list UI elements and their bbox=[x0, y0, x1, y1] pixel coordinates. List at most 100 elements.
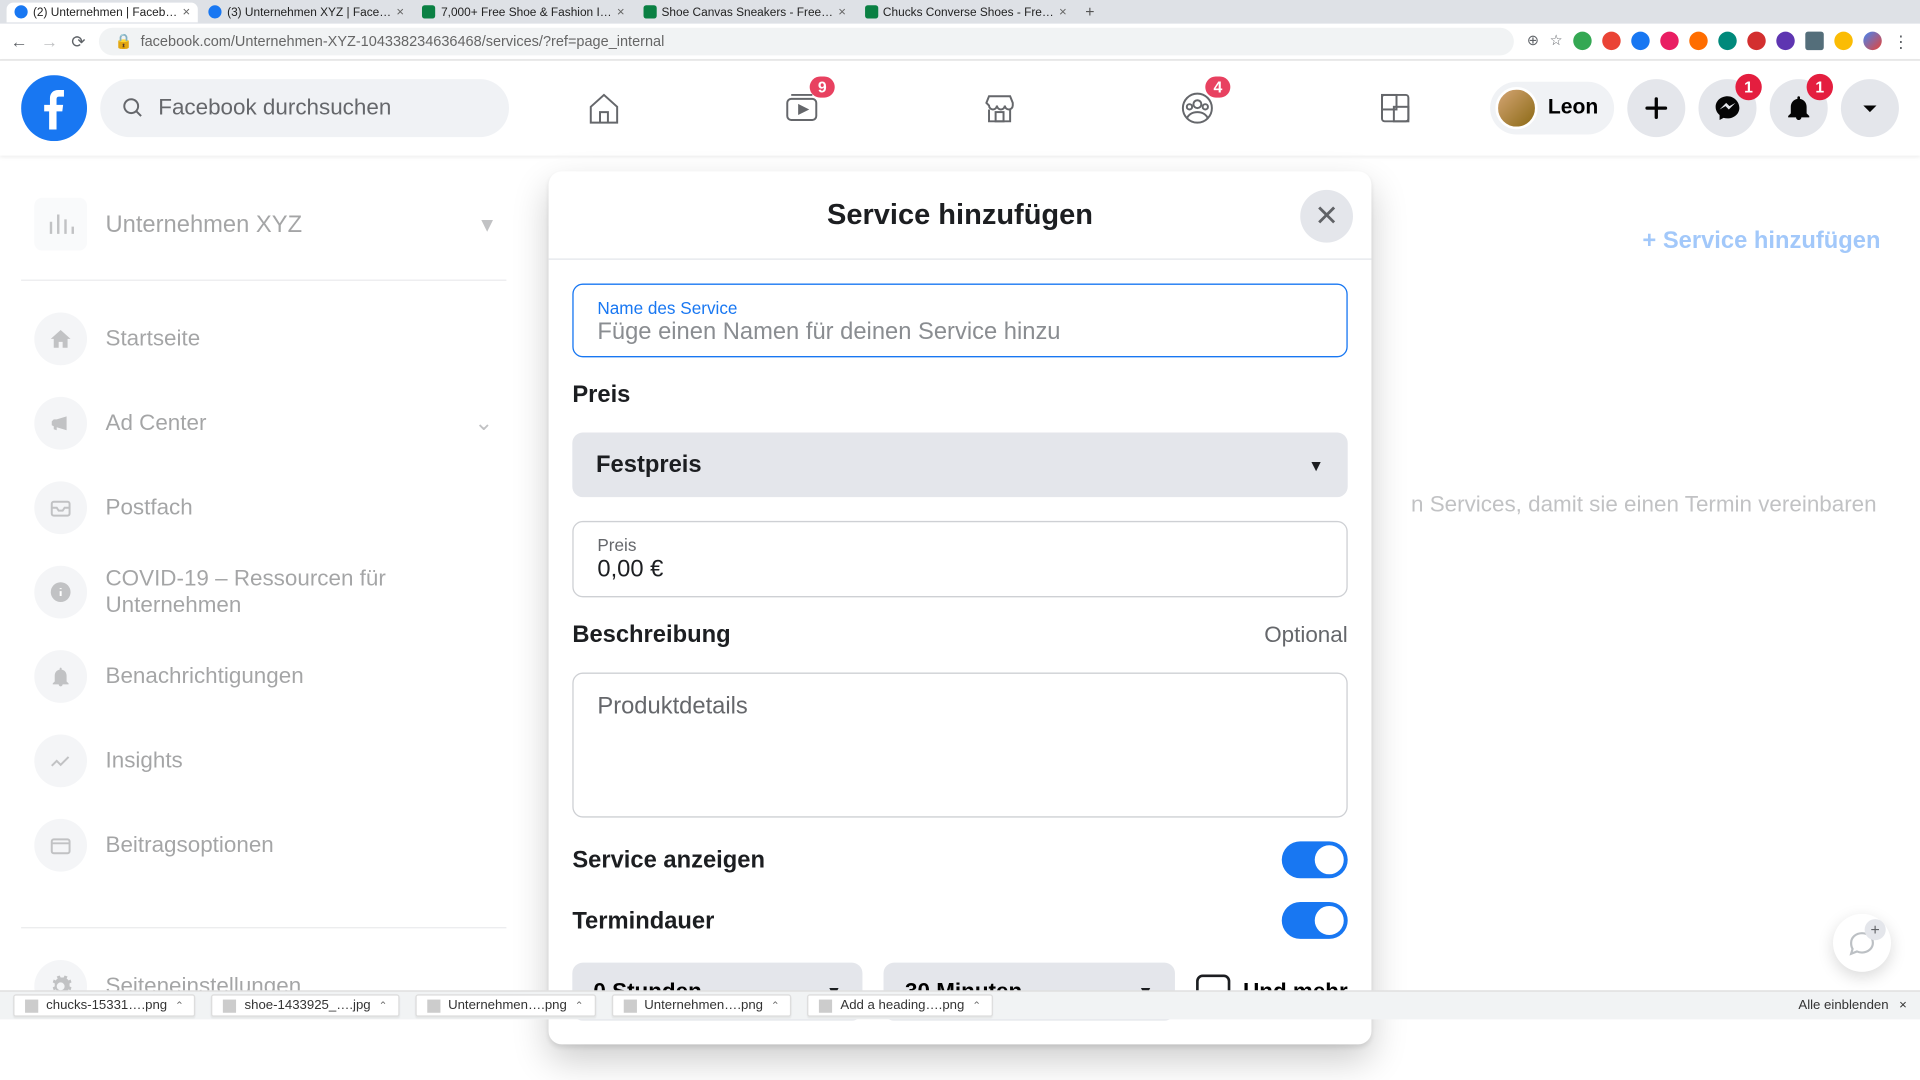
new-tab-button[interactable]: + bbox=[1077, 3, 1102, 21]
chevron-up-icon[interactable]: ⌃ bbox=[175, 1000, 184, 1012]
show-all-downloads[interactable]: Alle einblenden bbox=[1798, 998, 1888, 1013]
profile-name: Leon bbox=[1548, 96, 1598, 120]
badge: 1 bbox=[1735, 74, 1761, 100]
forward-icon[interactable]: → bbox=[41, 31, 58, 52]
menu-icon[interactable]: ⋮ bbox=[1892, 31, 1909, 52]
extension-icon[interactable] bbox=[1660, 31, 1678, 49]
download-item[interactable]: shoe-1433925_….jpg⌃ bbox=[212, 994, 400, 1016]
search-input[interactable]: Facebook durchsuchen bbox=[100, 79, 509, 137]
tools-icon bbox=[34, 819, 87, 872]
profile-chip[interactable]: Leon bbox=[1490, 82, 1614, 135]
chevron-up-icon[interactable]: ⌃ bbox=[771, 1000, 780, 1012]
file-icon bbox=[223, 999, 236, 1012]
star-icon[interactable]: ☆ bbox=[1550, 31, 1563, 52]
extension-icon[interactable] bbox=[1747, 31, 1765, 49]
groups-icon[interactable]: 4 bbox=[1125, 71, 1270, 145]
facebook-navbar: Facebook durchsuchen 9 4 Leon 1 1 bbox=[0, 61, 1920, 156]
plus-icon: + bbox=[1865, 919, 1886, 940]
close-icon[interactable]: × bbox=[1899, 998, 1907, 1013]
service-name-input[interactable] bbox=[597, 318, 1322, 346]
close-icon[interactable]: × bbox=[617, 5, 625, 20]
close-icon[interactable]: × bbox=[1059, 5, 1067, 20]
notifications-icon[interactable]: 1 bbox=[1770, 79, 1828, 137]
show-service-toggle[interactable] bbox=[1282, 841, 1348, 878]
extension-icon[interactable] bbox=[1573, 31, 1591, 49]
description-heading: Beschreibung bbox=[572, 621, 730, 649]
new-message-button[interactable]: + bbox=[1833, 914, 1891, 972]
zoom-icon[interactable]: ⊕ bbox=[1527, 31, 1539, 52]
chevron-down-icon: ▾ bbox=[481, 210, 493, 238]
close-icon[interactable]: × bbox=[396, 5, 404, 20]
watch-icon[interactable]: 9 bbox=[729, 71, 874, 145]
sidebar-item-covid[interactable]: COVID-19 – Ressourcen für Unternehmen bbox=[21, 550, 506, 634]
close-button[interactable]: ✕ bbox=[1300, 190, 1353, 243]
file-icon bbox=[427, 999, 440, 1012]
browser-tab[interactable]: 7,000+ Free Shoe & Fashion I…× bbox=[415, 2, 633, 22]
extension-icon[interactable] bbox=[1776, 31, 1794, 49]
price-type-select[interactable]: Festpreis ▼ bbox=[572, 433, 1347, 498]
marketplace-icon[interactable] bbox=[927, 71, 1072, 145]
price-heading: Preis bbox=[572, 381, 1347, 409]
extension-icon[interactable] bbox=[1602, 31, 1620, 49]
sidebar-item-insights[interactable]: Insights bbox=[21, 719, 506, 803]
browser-tab[interactable]: Chucks Converse Shoes - Fre…× bbox=[857, 2, 1075, 22]
company-name: Unternehmen XYZ bbox=[105, 210, 302, 238]
extension-icon[interactable] bbox=[1631, 31, 1649, 49]
price-value: 0,00 € bbox=[597, 555, 1322, 583]
company-selector[interactable]: Unternehmen XYZ ▾ bbox=[21, 185, 506, 264]
badge: 1 bbox=[1807, 74, 1833, 100]
file-icon bbox=[25, 999, 38, 1012]
extension-icon[interactable] bbox=[1718, 31, 1736, 49]
chevron-up-icon[interactable]: ⌃ bbox=[379, 1000, 388, 1012]
create-icon[interactable] bbox=[1627, 79, 1685, 137]
avatar bbox=[1495, 87, 1537, 129]
gaming-icon[interactable] bbox=[1323, 71, 1468, 145]
close-icon[interactable]: × bbox=[838, 5, 846, 20]
page-description: n Services, damit sie einen Termin verei… bbox=[1411, 492, 1880, 518]
bell-icon bbox=[34, 650, 87, 703]
file-icon bbox=[819, 999, 832, 1012]
download-item[interactable]: Unternehmen….png⌃ bbox=[611, 994, 791, 1016]
download-item[interactable]: chucks-15331….png⌃ bbox=[13, 994, 196, 1016]
chevron-down-icon: ⌄ bbox=[474, 410, 493, 436]
select-value: Festpreis bbox=[596, 451, 702, 479]
chevron-up-icon[interactable]: ⌃ bbox=[972, 1000, 981, 1012]
add-service-modal: Service hinzufügen ✕ Name des Service Pr… bbox=[549, 171, 1372, 1044]
duration-toggle[interactable] bbox=[1282, 902, 1348, 939]
browser-tab[interactable]: (3) Unternehmen XYZ | Face…× bbox=[201, 2, 412, 22]
sidebar-item-notifications[interactable]: Benachrichtigungen bbox=[21, 634, 506, 718]
modal-title: Service hinzufügen bbox=[575, 198, 1345, 232]
back-icon[interactable]: ← bbox=[11, 31, 28, 52]
profile-avatar-icon[interactable] bbox=[1863, 31, 1881, 49]
sidebar-item-home[interactable]: Startseite bbox=[21, 297, 506, 381]
extension-icon[interactable] bbox=[1689, 31, 1707, 49]
extension-icon[interactable] bbox=[1805, 31, 1823, 49]
browser-tab[interactable]: (2) Unternehmen | Faceb…× bbox=[7, 2, 199, 22]
field-label: Name des Service bbox=[597, 298, 1322, 318]
browser-tab[interactable]: Shoe Canvas Sneakers - Free…× bbox=[635, 2, 854, 22]
file-icon bbox=[623, 999, 636, 1012]
description-textarea[interactable]: Produktdetails bbox=[572, 673, 1347, 818]
messenger-icon[interactable]: 1 bbox=[1698, 79, 1756, 137]
chevron-up-icon[interactable]: ⌃ bbox=[575, 1000, 584, 1012]
search-icon bbox=[121, 96, 145, 120]
lock-icon: 🔒 bbox=[115, 33, 133, 50]
badge: 9 bbox=[810, 76, 835, 97]
download-item[interactable]: Unternehmen….png⌃ bbox=[415, 994, 595, 1016]
close-icon[interactable]: × bbox=[182, 5, 190, 20]
sidebar-item-inbox[interactable]: Postfach bbox=[21, 466, 506, 550]
price-input[interactable]: Preis 0,00 € bbox=[572, 521, 1347, 597]
url-text: facebook.com/Unternehmen-XYZ-10433823463… bbox=[141, 34, 665, 50]
service-name-field[interactable]: Name des Service bbox=[572, 284, 1347, 358]
url-bar[interactable]: 🔒 facebook.com/Unternehmen-XYZ-104338234… bbox=[99, 28, 1514, 56]
download-item[interactable]: Add a heading….png⌃ bbox=[807, 994, 993, 1016]
facebook-logo[interactable] bbox=[21, 75, 87, 141]
extension-icon[interactable] bbox=[1834, 31, 1852, 49]
reload-icon[interactable]: ⟳ bbox=[71, 31, 85, 52]
home-icon[interactable] bbox=[531, 71, 676, 145]
account-menu-icon[interactable] bbox=[1841, 79, 1899, 137]
home-icon bbox=[34, 313, 87, 366]
sidebar-item-postoptions[interactable]: Beitragsoptionen bbox=[21, 803, 506, 887]
sidebar-item-adcenter[interactable]: Ad Center⌄ bbox=[21, 381, 506, 465]
inbox-icon bbox=[34, 481, 87, 534]
